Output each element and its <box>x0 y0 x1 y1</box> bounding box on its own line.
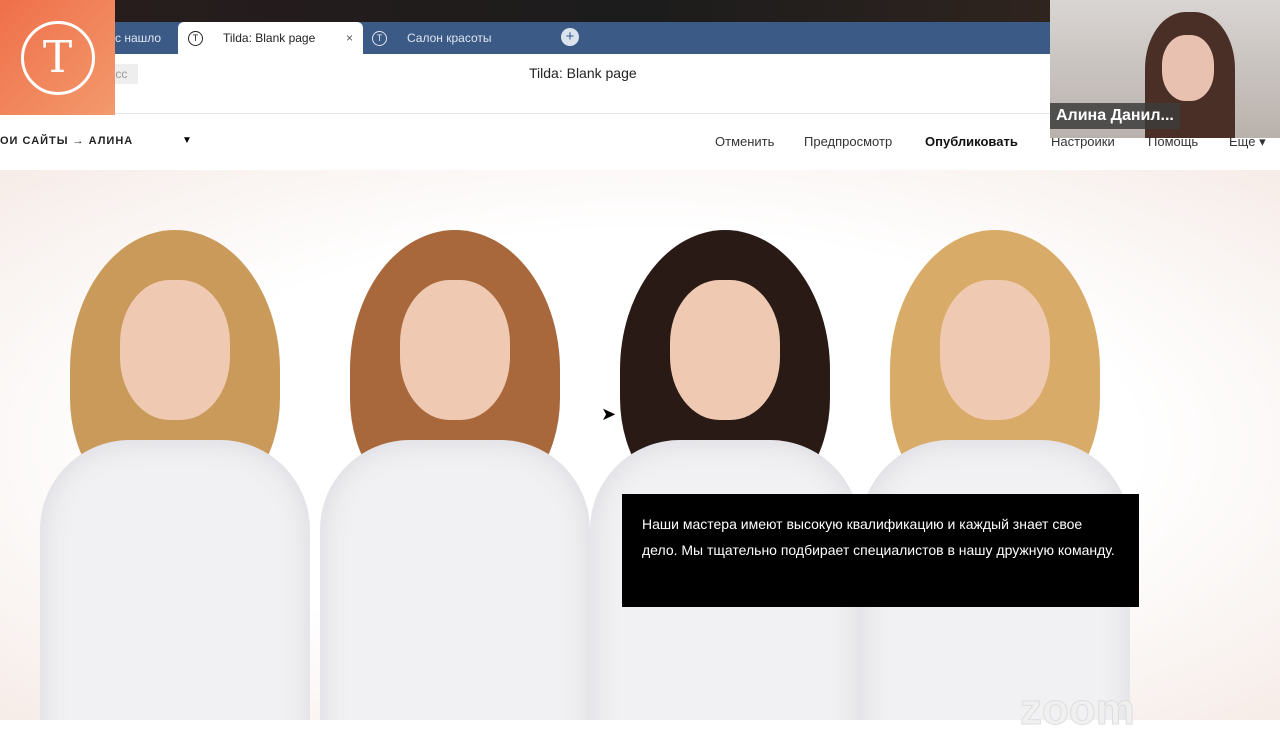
browser-tab-bar: с нашло T Tilda: Blank page × T Салон красо… <box>0 22 1050 54</box>
photo-person <box>320 220 590 720</box>
tilda-favicon-icon: T <box>188 30 203 46</box>
tilda-logo: T <box>0 0 115 115</box>
tab-search[interactable]: с нашло <box>115 22 177 54</box>
video-participant-tile: Алина Данил... <box>1050 0 1280 138</box>
publish-button[interactable]: Опубликовать <box>925 134 1018 149</box>
tilda-favicon-icon: T <box>372 30 387 46</box>
address-area <box>0 54 1050 114</box>
chevron-down-icon[interactable]: ▼ <box>182 135 192 146</box>
photo-person <box>590 220 860 720</box>
page-title: Tilda: Blank page <box>529 65 637 81</box>
mouse-cursor-icon: ➤ <box>601 404 617 424</box>
participant-name: Алина Данил... <box>1050 103 1180 129</box>
breadcrumb[interactable]: ОИ САЙТЫ → АЛИНА <box>0 135 133 147</box>
preview-button[interactable]: Предпросмотр <box>804 134 892 149</box>
tab-tilda-blank[interactable]: T Tilda: Blank page × <box>178 22 363 54</box>
hero-image <box>0 170 1280 720</box>
cancel-button[interactable]: Отменить <box>715 134 774 149</box>
hero-caption[interactable]: Наши мастера имеют высокую квалификацию … <box>622 494 1139 607</box>
close-tab-icon[interactable]: × <box>346 31 353 45</box>
tab-salon[interactable]: T Салон красоты <box>372 22 547 54</box>
zoom-watermark: zoom <box>1020 685 1136 735</box>
photo-person <box>40 220 310 720</box>
new-tab-button[interactable]: + <box>561 28 579 46</box>
photo-person <box>860 220 1130 720</box>
